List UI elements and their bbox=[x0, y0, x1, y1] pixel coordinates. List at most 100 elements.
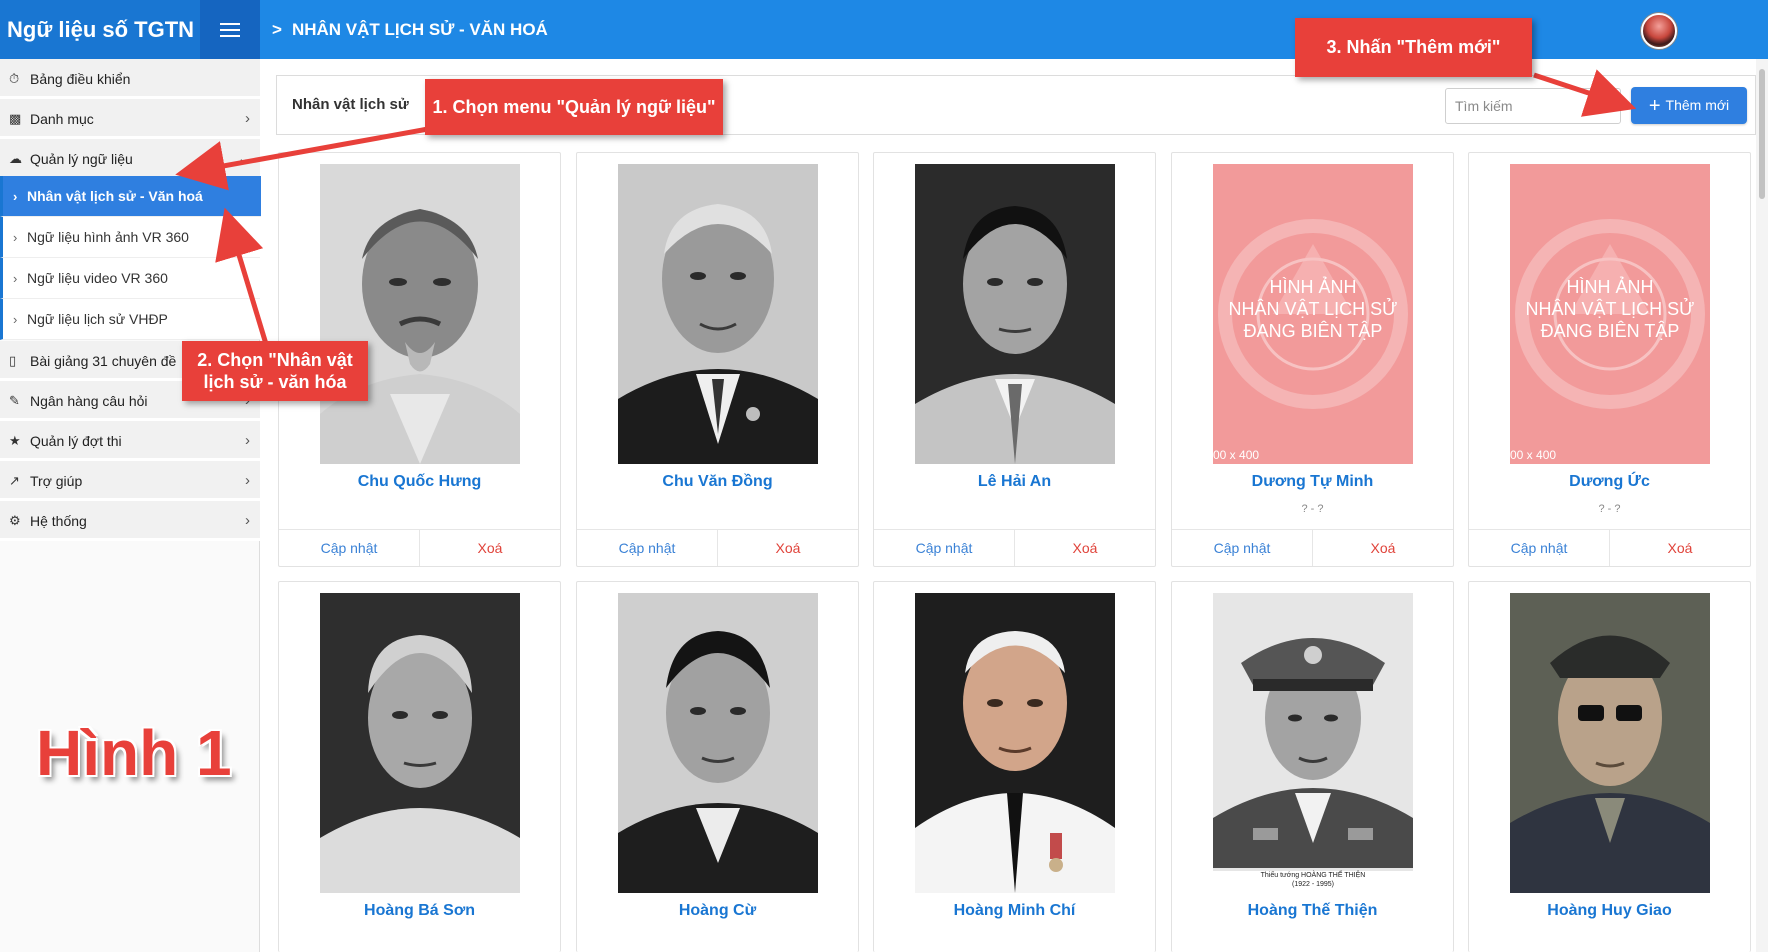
update-button[interactable]: Cập nhật bbox=[1469, 530, 1610, 566]
sidebar-subitem-local-history[interactable]: › Ngữ liệu lịch sử VHĐP bbox=[0, 299, 260, 340]
chevron-right-icon: › bbox=[13, 189, 18, 204]
person-name[interactable]: Dương Ức bbox=[1469, 473, 1750, 491]
sidebar-item-dashboard[interactable]: ⏱ Bảng điều khiển bbox=[0, 59, 260, 99]
sidebar-subitem-label: Ngữ liệu hình ảnh VR 360 bbox=[27, 229, 189, 245]
annotation-step2: 2. Chọn "Nhân vật lịch sử - văn hóa bbox=[182, 341, 368, 401]
hamburger-icon bbox=[220, 21, 240, 39]
placeholder-text: HÌNH ẢNH NHÂN VẬT LỊCH SỬ ĐANG BIÊN TẬP bbox=[1213, 276, 1413, 342]
delete-button[interactable]: Xoá bbox=[420, 530, 560, 566]
vertical-scrollbar[interactable] bbox=[1756, 59, 1768, 952]
placeholder-image: HÌNH ẢNH NHÂN VẬT LỊCH SỬ ĐANG BIÊN TẬP … bbox=[1510, 164, 1710, 464]
sidebar-item-categories[interactable]: ▩ Danh mục › bbox=[0, 99, 260, 139]
sidebar-item-label: Danh mục bbox=[30, 111, 94, 127]
sidebar-item-label: Quản lý đợt thi bbox=[30, 433, 122, 449]
chart-icon: ↗ bbox=[9, 473, 20, 488]
person-photo[interactable] bbox=[618, 593, 818, 893]
chevron-right-icon: › bbox=[245, 472, 250, 489]
person-card: Lê Hải An Cập nhật Xoá bbox=[873, 152, 1156, 567]
person-card: Hoàng Huy Giao bbox=[1468, 581, 1751, 952]
person-name[interactable]: Hoàng Bá Sơn bbox=[279, 902, 560, 920]
person-card: HÌNH ẢNH NHÂN VẬT LỊCH SỬ ĐANG BIÊN TẬP … bbox=[1468, 152, 1751, 567]
person-photo[interactable] bbox=[915, 164, 1115, 464]
portrait-image bbox=[320, 164, 520, 464]
person-name[interactable]: Chu Văn Đồng bbox=[577, 473, 858, 491]
section-title: Nhân vật lịch sử bbox=[292, 96, 409, 113]
sidebar-subitem-vr360-videos[interactable]: › Ngữ liệu video VR 360 bbox=[0, 258, 260, 299]
sidebar-item-label: Ngân hàng câu hỏi bbox=[30, 393, 148, 409]
annotation-step2-line: lịch sử - văn hóa bbox=[203, 372, 347, 392]
sidebar-item-system[interactable]: ⚙ Hệ thống › bbox=[0, 501, 260, 541]
cloud-icon: ☁ bbox=[9, 151, 22, 166]
person-card: Hoàng Minh Chí bbox=[873, 581, 1156, 952]
person-name[interactable]: Hoàng Cừ bbox=[577, 902, 858, 920]
sidebar-item-label: Hệ thống bbox=[30, 513, 87, 529]
app-title[interactable]: Ngữ liệu số TGTN bbox=[0, 0, 200, 59]
delete-button[interactable]: Xoá bbox=[1313, 530, 1453, 566]
card-actions: Cập nhật Xoá bbox=[279, 529, 560, 566]
portrait-image bbox=[618, 593, 818, 893]
placeholder-line: NHÂN VẬT LỊCH SỬ bbox=[1228, 299, 1398, 319]
photo-caption: Thiếu tướng HOÀNG THẾ THIỆN (1922 - 1995… bbox=[1213, 871, 1413, 893]
scrollbar-thumb[interactable] bbox=[1759, 69, 1765, 199]
user-avatar[interactable] bbox=[1641, 13, 1677, 49]
annotation-step1: 1. Chọn menu "Quản lý ngữ liệu" bbox=[425, 79, 723, 135]
sidebar-item-corpus-management[interactable]: ☁ Quản lý ngữ liệu ⌄ bbox=[0, 139, 260, 179]
placeholder-text: HÌNH ẢNH NHÂN VẬT LỊCH SỬ ĐANG BIÊN TẬP bbox=[1510, 276, 1710, 342]
person-photo[interactable] bbox=[1510, 593, 1710, 893]
folder-icon: ▩ bbox=[9, 111, 22, 126]
update-button[interactable]: Cập nhật bbox=[1172, 530, 1313, 566]
sidebar-item-label: Trợ giúp bbox=[30, 473, 83, 489]
person-name[interactable]: Hoàng Thế Thiện bbox=[1172, 902, 1453, 920]
person-photo[interactable] bbox=[618, 164, 818, 464]
search-input[interactable] bbox=[1445, 88, 1621, 124]
person-photo[interactable] bbox=[320, 593, 520, 893]
menu-toggle-button[interactable] bbox=[200, 0, 260, 59]
placeholder-line: HÌNH ẢNH bbox=[1566, 277, 1654, 297]
chevron-right-icon: > bbox=[272, 20, 282, 39]
placeholder-size: 00 x 400 bbox=[1510, 448, 1557, 462]
person-name[interactable]: Lê Hải An bbox=[874, 473, 1155, 491]
update-button[interactable]: Cập nhật bbox=[874, 530, 1015, 566]
person-card: HÌNH ẢNH NHÂN VẬT LỊCH SỬ ĐANG BIÊN TẬP … bbox=[1171, 152, 1454, 567]
sidebar-subitem-label: Ngữ liệu video VR 360 bbox=[27, 270, 168, 286]
delete-button[interactable]: Xoá bbox=[1015, 530, 1155, 566]
book-icon: ▯ bbox=[9, 353, 17, 368]
placeholder-line: ĐANG BIÊN TẬP bbox=[1540, 321, 1680, 341]
figure-label: Hình 1 bbox=[36, 717, 232, 789]
annotation-step2-line: 2. Chọn "Nhân vật bbox=[197, 350, 353, 370]
placeholder-size: 00 x 400 bbox=[1213, 448, 1260, 462]
update-button[interactable]: Cập nhật bbox=[577, 530, 718, 566]
sidebar-subitem-label: Ngữ liệu lịch sử VHĐP bbox=[27, 311, 168, 327]
add-new-button[interactable]: + Thêm mới bbox=[1631, 87, 1747, 124]
sidebar-subitem-label: Nhân vật lịch sử - Văn hoá bbox=[27, 188, 203, 204]
person-name[interactable]: Hoàng Minh Chí bbox=[874, 902, 1155, 920]
chevron-right-icon: › bbox=[245, 512, 250, 529]
placeholder-line: NHÂN VẬT LỊCH SỬ bbox=[1525, 299, 1695, 319]
portrait-image bbox=[1213, 593, 1413, 893]
person-photo[interactable]: HÌNH ẢNH NHÂN VẬT LỊCH SỬ ĐANG BIÊN TẬP … bbox=[1213, 164, 1413, 464]
person-photo[interactable]: Thiếu tướng HOÀNG THẾ THIỆN (1922 - 1995… bbox=[1213, 593, 1413, 893]
portrait-image bbox=[915, 164, 1115, 464]
card-actions: Cập nhật Xoá bbox=[874, 529, 1155, 566]
person-name[interactable]: Dương Tự Minh bbox=[1172, 473, 1453, 491]
chevron-right-icon: › bbox=[13, 271, 18, 286]
update-button[interactable]: Cập nhật bbox=[279, 530, 420, 566]
person-name[interactable]: Hoàng Huy Giao bbox=[1469, 902, 1750, 920]
delete-button[interactable]: Xoá bbox=[1610, 530, 1750, 566]
trophy-icon: ★ bbox=[9, 433, 21, 448]
sidebar-subitem-historical-figures[interactable]: › Nhân vật lịch sử - Văn hoá bbox=[0, 176, 261, 217]
placeholder-line: ĐANG BIÊN TẬP bbox=[1243, 321, 1383, 341]
sidebar-subitem-vr360-images[interactable]: › Ngữ liệu hình ảnh VR 360 bbox=[0, 217, 260, 258]
add-new-label: Thêm mới bbox=[1665, 97, 1730, 113]
sidebar: ⏱ Bảng điều khiển ▩ Danh mục › ☁ Quản lý… bbox=[0, 59, 261, 952]
breadcrumb-label: NHÂN VẬT LỊCH SỬ - VĂN HOÁ bbox=[291, 20, 548, 39]
person-photo[interactable] bbox=[915, 593, 1115, 893]
sidebar-item-exam-rounds[interactable]: ★ Quản lý đợt thi › bbox=[0, 421, 260, 461]
person-photo[interactable] bbox=[320, 164, 520, 464]
delete-button[interactable]: Xoá bbox=[718, 530, 858, 566]
sidebar-item-help[interactable]: ↗ Trợ giúp › bbox=[0, 461, 260, 501]
sidebar-item-label: Bảng điều khiển bbox=[30, 71, 131, 87]
person-photo[interactable]: HÌNH ẢNH NHÂN VẬT LỊCH SỬ ĐANG BIÊN TẬP … bbox=[1510, 164, 1710, 464]
portrait-image bbox=[618, 164, 818, 464]
person-name[interactable]: Chu Quốc Hưng bbox=[279, 473, 560, 491]
